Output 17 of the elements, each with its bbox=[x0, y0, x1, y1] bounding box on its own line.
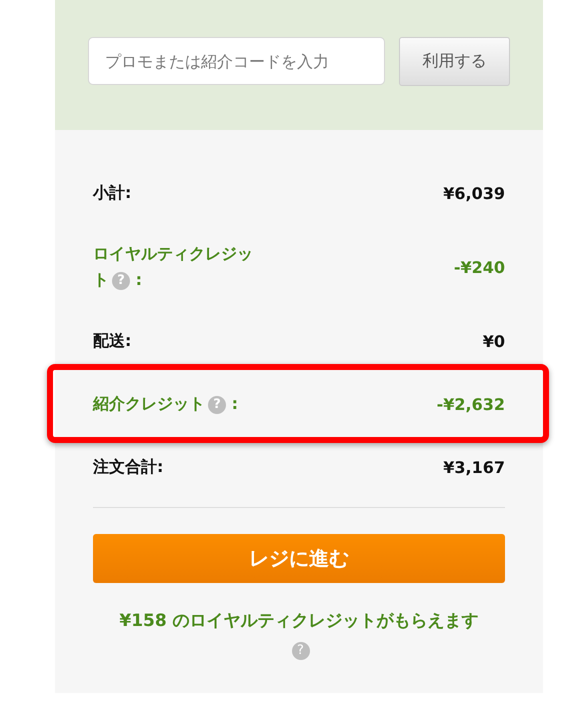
summary-label: ロイヤルティクレジット ? : bbox=[93, 243, 253, 292]
help-icon[interactable]: ? bbox=[112, 272, 130, 290]
summary-value: -¥240 bbox=[454, 258, 505, 276]
summary-label: 注文合計: bbox=[93, 456, 164, 478]
help-icon[interactable]: ? bbox=[208, 396, 226, 414]
promo-code-field[interactable]: プロモまたは紹介コードを入力 bbox=[88, 37, 386, 85]
checkout-button[interactable]: レジに進む bbox=[93, 534, 505, 583]
summary-value: ¥3,167 bbox=[443, 458, 505, 476]
summary-label: 配送: bbox=[93, 330, 132, 352]
summary-value: -¥2,632 bbox=[436, 394, 505, 414]
summary-label: 小計: bbox=[93, 182, 132, 204]
summary-value: ¥6,039 bbox=[443, 184, 505, 202]
summary-label: 紹介クレジット ? : bbox=[93, 393, 238, 416]
apply-button[interactable]: 利用する bbox=[399, 37, 510, 86]
help-icon[interactable]: ? bbox=[292, 642, 310, 660]
summary-value: ¥0 bbox=[482, 332, 505, 350]
reward-note: ¥158 のロイヤルティクレジットがもらえます bbox=[118, 610, 480, 632]
